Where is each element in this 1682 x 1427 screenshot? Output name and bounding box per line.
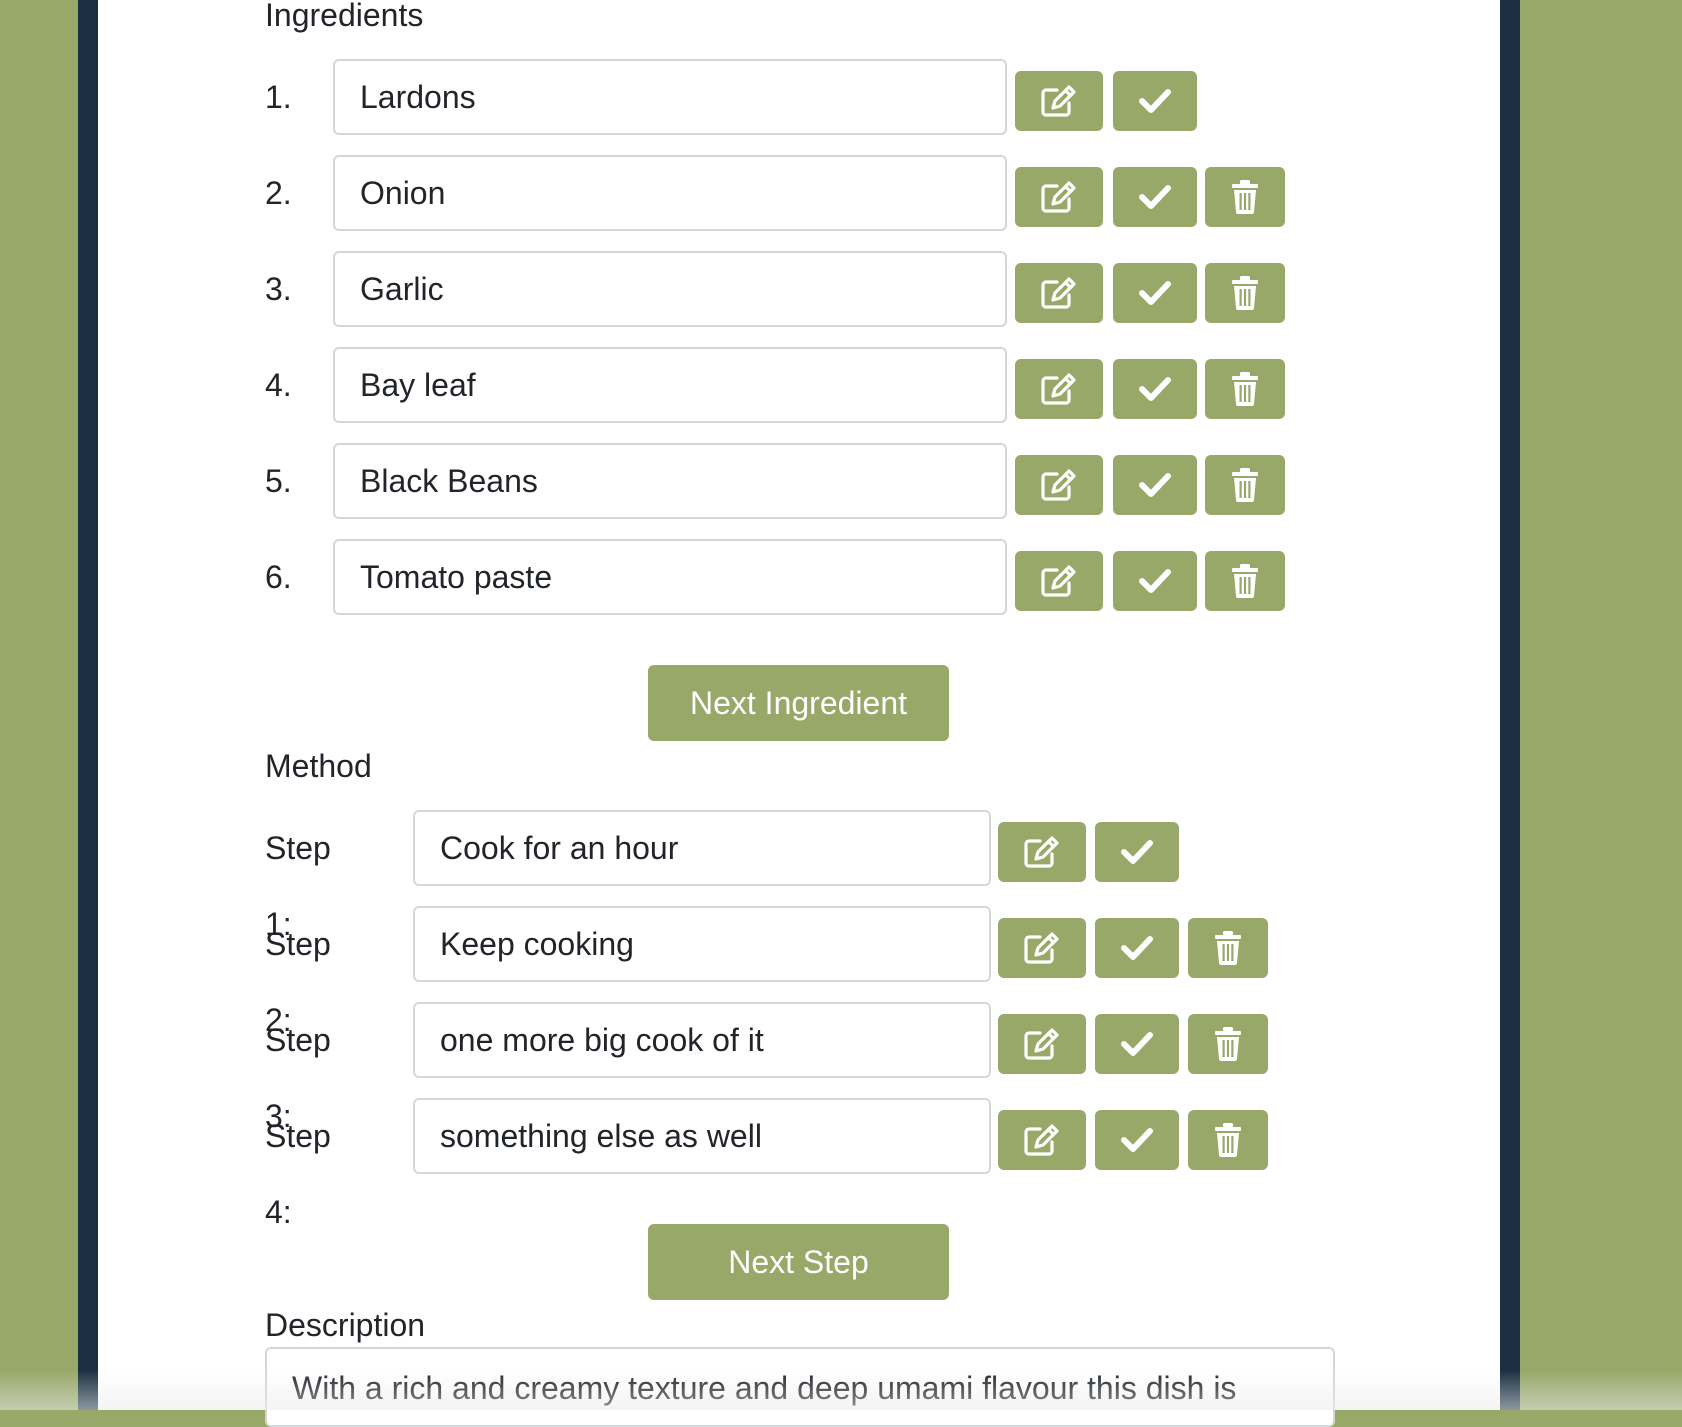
- trash-icon: [1214, 1123, 1242, 1157]
- delete-button[interactable]: [1205, 167, 1285, 227]
- edit-icon: [1023, 931, 1061, 965]
- checkmark-icon: [1120, 1030, 1154, 1058]
- trash-icon: [1231, 468, 1259, 502]
- trash-icon: [1231, 276, 1259, 310]
- edit-icon: [1040, 276, 1078, 310]
- checkmark-icon: [1138, 375, 1172, 403]
- step-input[interactable]: something else as well: [413, 1098, 991, 1174]
- method-label: Method: [265, 748, 372, 784]
- checkmark-icon: [1120, 838, 1154, 866]
- checkmark-icon: [1138, 183, 1172, 211]
- ingredient-input[interactable]: Tomato paste: [333, 539, 1007, 615]
- step-number: Step 4:: [265, 1118, 331, 1230]
- confirm-button[interactable]: [1113, 359, 1197, 419]
- confirm-button[interactable]: [1095, 1014, 1179, 1074]
- confirm-button[interactable]: [1113, 167, 1197, 227]
- trash-icon: [1214, 931, 1242, 965]
- confirm-button[interactable]: [1113, 551, 1197, 611]
- edit-button[interactable]: [998, 1014, 1086, 1074]
- step-number: Step 2:: [265, 926, 331, 1038]
- step-input[interactable]: one more big cook of it: [413, 1002, 991, 1078]
- edit-icon: [1040, 468, 1078, 502]
- delete-button[interactable]: [1188, 1110, 1268, 1170]
- edit-button[interactable]: [998, 1110, 1086, 1170]
- checkmark-icon: [1120, 1126, 1154, 1154]
- delete-button[interactable]: [1205, 551, 1285, 611]
- edit-icon: [1040, 372, 1078, 406]
- checkmark-icon: [1138, 279, 1172, 307]
- step-number: Step 1:: [265, 830, 331, 942]
- ingredient-input[interactable]: Bay leaf: [333, 347, 1007, 423]
- ingredient-input[interactable]: Lardons: [333, 59, 1007, 135]
- step-input[interactable]: Keep cooking: [413, 906, 991, 982]
- ingredient-number: 3.: [265, 271, 292, 307]
- confirm-button[interactable]: [1095, 918, 1179, 978]
- ingredient-input[interactable]: Black Beans: [333, 443, 1007, 519]
- ingredient-number: 5.: [265, 463, 292, 499]
- confirm-button[interactable]: [1095, 822, 1179, 882]
- edit-button[interactable]: [1015, 359, 1103, 419]
- ingredient-input[interactable]: Onion: [333, 155, 1007, 231]
- step-input[interactable]: Cook for an hour: [413, 810, 991, 886]
- checkmark-icon: [1120, 934, 1154, 962]
- next-step-button[interactable]: Next Step: [648, 1224, 949, 1300]
- edit-icon: [1023, 1027, 1061, 1061]
- ingredient-input[interactable]: Garlic: [333, 251, 1007, 327]
- ingredient-number: 6.: [265, 559, 292, 595]
- confirm-button[interactable]: [1113, 455, 1197, 515]
- edit-icon: [1023, 835, 1061, 869]
- ingredient-number: 4.: [265, 367, 292, 403]
- trash-icon: [1231, 180, 1259, 214]
- delete-button[interactable]: [1205, 359, 1285, 419]
- confirm-button[interactable]: [1113, 71, 1197, 131]
- checkmark-icon: [1138, 471, 1172, 499]
- edit-button[interactable]: [1015, 167, 1103, 227]
- edit-icon: [1023, 1123, 1061, 1157]
- delete-button[interactable]: [1188, 918, 1268, 978]
- ingredient-number: 2.: [265, 175, 292, 211]
- description-label: Description: [265, 1307, 426, 1343]
- trash-icon: [1214, 1027, 1242, 1061]
- step-number: Step 3:: [265, 1022, 331, 1134]
- trash-icon: [1231, 564, 1259, 598]
- confirm-button[interactable]: [1095, 1110, 1179, 1170]
- next-ingredient-button[interactable]: Next Ingredient: [648, 665, 949, 741]
- edit-button[interactable]: [1015, 455, 1103, 515]
- confirm-button[interactable]: [1113, 263, 1197, 323]
- ingredients-label: Ingredients: [265, 0, 424, 33]
- edit-icon: [1040, 84, 1078, 118]
- delete-button[interactable]: [1205, 263, 1285, 323]
- edit-icon: [1040, 180, 1078, 214]
- edit-button[interactable]: [998, 918, 1086, 978]
- checkmark-icon: [1138, 567, 1172, 595]
- edit-button[interactable]: [1015, 263, 1103, 323]
- edit-button[interactable]: [1015, 71, 1103, 131]
- description-textarea[interactable]: With a rich and creamy texture and deep …: [265, 1347, 1335, 1427]
- delete-button[interactable]: [1188, 1014, 1268, 1074]
- edit-button[interactable]: [998, 822, 1086, 882]
- edit-button[interactable]: [1015, 551, 1103, 611]
- delete-button[interactable]: [1205, 455, 1285, 515]
- trash-icon: [1231, 372, 1259, 406]
- edit-icon: [1040, 564, 1078, 598]
- ingredient-number: 1.: [265, 79, 292, 115]
- checkmark-icon: [1138, 87, 1172, 115]
